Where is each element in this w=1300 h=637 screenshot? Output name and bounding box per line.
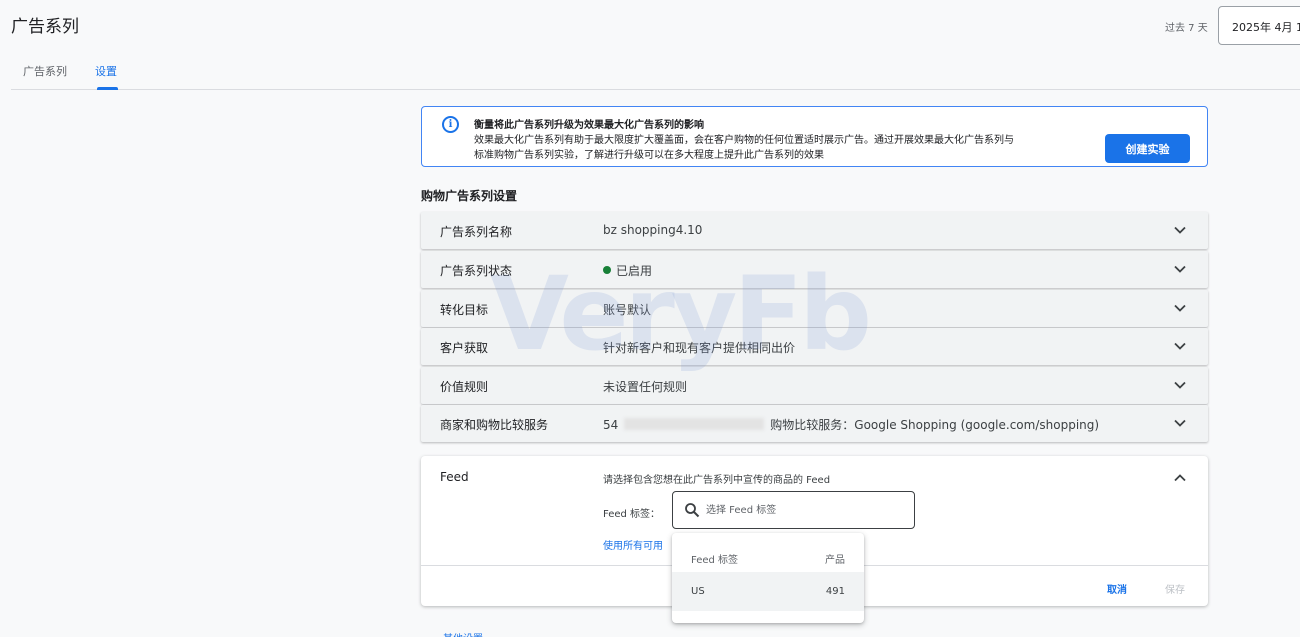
setting-label: 商家和购物比较服务 [440,418,549,432]
setting-label: 广告系列状态 [440,264,513,278]
cancel-button[interactable]: 取消 [1107,581,1127,596]
setting-value: 已启用 [603,262,652,279]
feed-label: Feed [440,470,469,484]
setting-label: 客户获取 [440,341,489,355]
chevron-down-icon[interactable] [1172,300,1188,316]
dropdown-option-us[interactable]: US 491 [672,572,864,611]
setting-label: 广告系列名称 [440,225,513,239]
tab-bar: 广告系列 设置 [11,56,1300,90]
comparison-service-text: 购物比较服务：Google Shopping (google.com/shopp… [770,418,1100,432]
banner-line-1: 效果最大化广告系列有助于最大限度扩大覆盖面，会在客户购物的任何位置适时展示广告。… [474,135,1014,146]
create-experiment-button[interactable]: 创建实验 [1105,134,1190,163]
tab-campaigns[interactable]: 广告系列 [23,63,67,79]
date-range-caption: 过去 7 天 [1165,23,1208,34]
dropdown-header-products: 产品 [825,555,845,566]
chevron-down-icon[interactable] [1172,261,1188,277]
banner-line-2: 标准购物广告系列实验，了解进行升级可以在多大程度上提升此广告系列的效果 [474,150,824,161]
use-all-feeds-link[interactable]: 使用所有可用 [603,537,663,552]
setting-value: 54 购物比较服务：Google Shopping (google.com/sho… [603,416,1099,433]
section-title: 购物广告系列设置 [421,189,518,203]
page-title: 广告系列 [11,17,79,37]
chevron-down-icon[interactable] [1172,222,1188,238]
save-button[interactable]: 保存 [1165,581,1185,596]
setting-value: 针对新客户和现有客户提供相同出价 [603,341,796,355]
status-text: 已启用 [616,264,653,278]
setting-row-merchant[interactable]: 商家和购物比较服务 54 购物比较服务：Google Shopping (goog… [421,405,1208,442]
feed-tag-dropdown: Feed 标签 产品 US 491 [672,533,864,623]
setting-row-conversion-goal[interactable]: 转化目标 账号默认 [421,290,1208,327]
other-settings-link[interactable]: 其他设置 [443,630,483,637]
search-icon [685,503,700,518]
setting-value: 账号默认 [603,303,652,317]
merchant-id-prefix: 54 [603,418,619,432]
setting-value: bz shopping4.10 [603,223,703,237]
feed-description: 请选择包含您想在此广告系列中宣传的商品的 Feed [603,475,831,486]
banner-title: 衡量将此广告系列升级为效果最大化广告系列的影响 [474,120,704,131]
option-product-count: 491 [825,586,845,597]
setting-row-campaign-name[interactable]: 广告系列名称 bz shopping4.10 [421,212,1208,249]
date-range-picker[interactable]: 2025年 4月 1( [1218,6,1300,45]
upgrade-banner: i 衡量将此广告系列升级为效果最大化广告系列的影响 效果最大化广告系列有助于最大… [421,106,1208,167]
setting-row-value-rules[interactable]: 价值规则 未设置任何规则 [421,367,1208,404]
chevron-down-icon[interactable] [1172,338,1188,354]
setting-label: 价值规则 [440,380,489,394]
option-tag: US [691,586,705,597]
tab-settings[interactable]: 设置 [95,63,117,79]
setting-label: 转化目标 [440,303,489,317]
banner-text: 效果最大化广告系列有助于最大限度扩大覆盖面，会在客户购物的任何位置适时展示广告。… [474,133,1094,163]
info-icon: i [442,116,459,133]
dropdown-header-tag: Feed 标签 [691,555,739,566]
feed-tag-label: Feed 标签： [603,509,661,520]
setting-row-customer-acquisition[interactable]: 客户获取 针对新客户和现有客户提供相同出价 [421,328,1208,365]
redacted-merchant-id [624,418,765,430]
chevron-down-icon[interactable] [1172,377,1188,393]
setting-value: 未设置任何规则 [603,380,688,394]
tab-active-indicator [97,87,118,90]
feed-tag-search[interactable] [672,491,915,529]
chevron-down-icon[interactable] [1172,415,1188,431]
feed-tag-search-input[interactable] [706,500,906,520]
chevron-up-icon[interactable] [1172,470,1188,486]
setting-row-campaign-status[interactable]: 广告系列状态 已启用 [421,251,1208,288]
status-dot-icon [603,266,611,274]
